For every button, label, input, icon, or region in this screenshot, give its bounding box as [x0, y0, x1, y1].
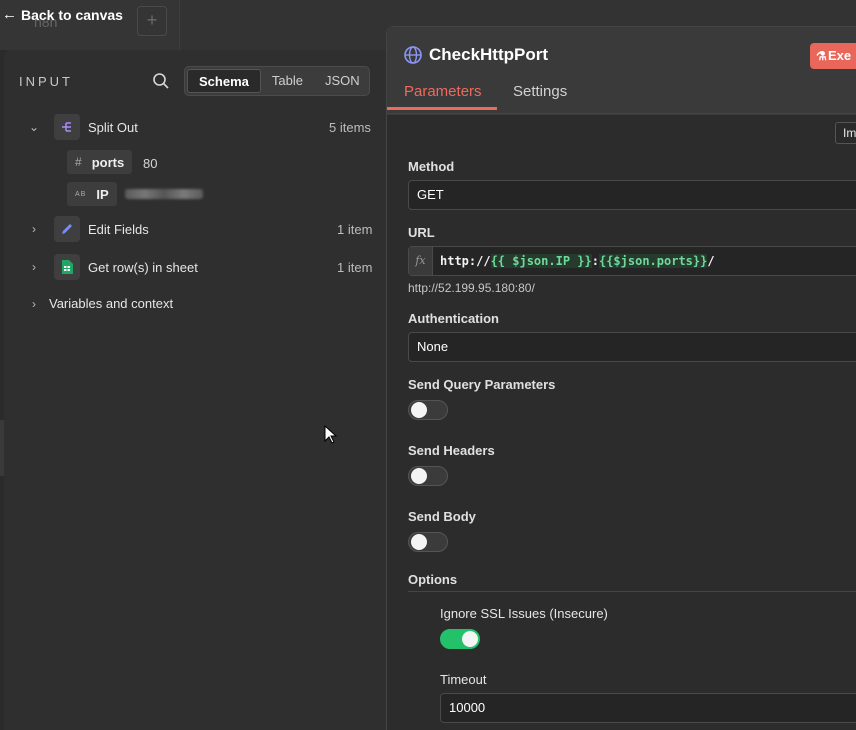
method-label: Method [408, 159, 455, 174]
tab-parameters[interactable]: Parameters [404, 83, 482, 100]
arrow-left-icon: ← [2, 6, 17, 23]
chevron-down-icon[interactable]: ⌄ [28, 120, 40, 134]
toggle-knob [411, 402, 427, 418]
tab-settings[interactable]: Settings [513, 83, 567, 100]
field-value: 80 [143, 156, 158, 171]
tree-node-get-rows[interactable]: › Get row(s) in sheet [28, 254, 198, 280]
chevron-right-icon[interactable]: › [28, 222, 40, 236]
redacted-value [125, 189, 203, 199]
divider [408, 591, 856, 592]
item-count: 5 items [329, 120, 371, 135]
url-resolved-preview: http://52.199.95.180:80/ [408, 281, 535, 295]
authentication-label: Authentication [408, 311, 499, 326]
google-sheets-icon [54, 254, 80, 280]
options-collection: Ignore SSL Issues (Insecure) Timeout 100… [408, 593, 856, 730]
toggle-knob [462, 631, 478, 647]
split-out-icon [54, 114, 80, 140]
toggle-knob [411, 534, 427, 550]
url-prefix: http:// [440, 254, 491, 268]
pencil-icon [54, 216, 80, 242]
tree-node-edit-fields[interactable]: › Edit Fields [28, 216, 149, 242]
timeout-label: Timeout [440, 672, 487, 687]
method-select[interactable]: GET [408, 180, 856, 210]
string-type-icon: AB [75, 190, 87, 198]
view-option-table[interactable]: Table [261, 69, 314, 93]
tree-node-split-out[interactable]: ⌄ Split Out [28, 114, 138, 140]
execute-step-button[interactable]: ⚗ Exe [810, 43, 856, 69]
node-parameters-panel: CheckHttpPort ⚗ Exe Parameters Settings … [386, 26, 856, 730]
ignore-ssl-toggle[interactable] [440, 629, 480, 649]
back-to-canvas-label: Back to canvas [21, 6, 123, 23]
authentication-select[interactable]: None [408, 332, 856, 362]
timeout-input[interactable]: 10000 [440, 693, 856, 723]
input-panel: INPUT Schema Table JSON ⌄ Split Out 5 it… [4, 50, 386, 730]
url-suffix: / [707, 254, 715, 268]
ignore-ssl-label: Ignore SSL Issues (Insecure) [440, 606, 608, 621]
schema-field-ports[interactable]: # ports [67, 150, 133, 174]
url-input[interactable]: fx http://{{ $json.IP }}:{{$json.ports}}… [408, 246, 856, 276]
send-headers-label: Send Headers [408, 443, 495, 458]
add-node-button[interactable]: + [137, 6, 167, 36]
field-name: IP [96, 186, 109, 202]
search-icon[interactable] [152, 72, 170, 90]
tree-node-variables[interactable]: › Variables and context [28, 296, 173, 311]
field-name: ports [91, 154, 125, 170]
tree-node-label: Split Out [88, 119, 138, 135]
divider [387, 113, 856, 114]
tree-node-label: Get row(s) in sheet [88, 259, 198, 275]
chevron-right-icon[interactable]: › [28, 260, 40, 274]
url-expression[interactable]: http://{{ $json.IP }}:{{$json.ports}}/ [433, 247, 715, 275]
import-curl-button[interactable]: Im [835, 122, 856, 144]
active-tab-indicator [387, 107, 497, 110]
execute-label: Exe [828, 48, 852, 63]
chevron-right-icon[interactable]: › [28, 297, 40, 311]
tree-node-label: Variables and context [49, 296, 174, 311]
node-header: CheckHttpPort ⚗ Exe Parameters Settings [387, 27, 856, 115]
url-label: URL [408, 225, 435, 240]
globe-icon [404, 46, 422, 64]
send-body-label: Send Body [408, 509, 476, 524]
url-expression-port: {{$json.ports}} [598, 254, 708, 268]
item-count: 1 item [337, 222, 373, 237]
mouse-cursor-icon [324, 425, 338, 444]
node-title[interactable]: CheckHttpPort [429, 45, 548, 65]
view-option-json[interactable]: JSON [314, 69, 371, 93]
view-option-schema[interactable]: Schema [187, 69, 261, 93]
flask-icon: ⚗ [816, 49, 827, 63]
send-query-toggle[interactable] [408, 400, 448, 420]
send-headers-toggle[interactable] [408, 466, 448, 486]
view-switcher: Schema Table JSON [184, 66, 370, 96]
back-to-canvas-link[interactable]: ← Back to canvas [2, 6, 123, 23]
url-expression-ip: {{ $json.IP }} [490, 254, 592, 268]
schema-field-ip[interactable]: AB IP [67, 182, 117, 206]
tree-node-label: Edit Fields [88, 221, 149, 237]
toggle-knob [411, 468, 427, 484]
expression-fx-icon: fx [409, 247, 433, 275]
send-query-label: Send Query Parameters [408, 377, 556, 392]
item-count: 1 item [337, 260, 373, 275]
options-label: Options [408, 572, 458, 587]
number-type-icon: # [75, 155, 82, 169]
input-panel-title: INPUT [19, 74, 73, 89]
url-separator: : [591, 254, 599, 268]
send-body-toggle[interactable] [408, 532, 448, 552]
